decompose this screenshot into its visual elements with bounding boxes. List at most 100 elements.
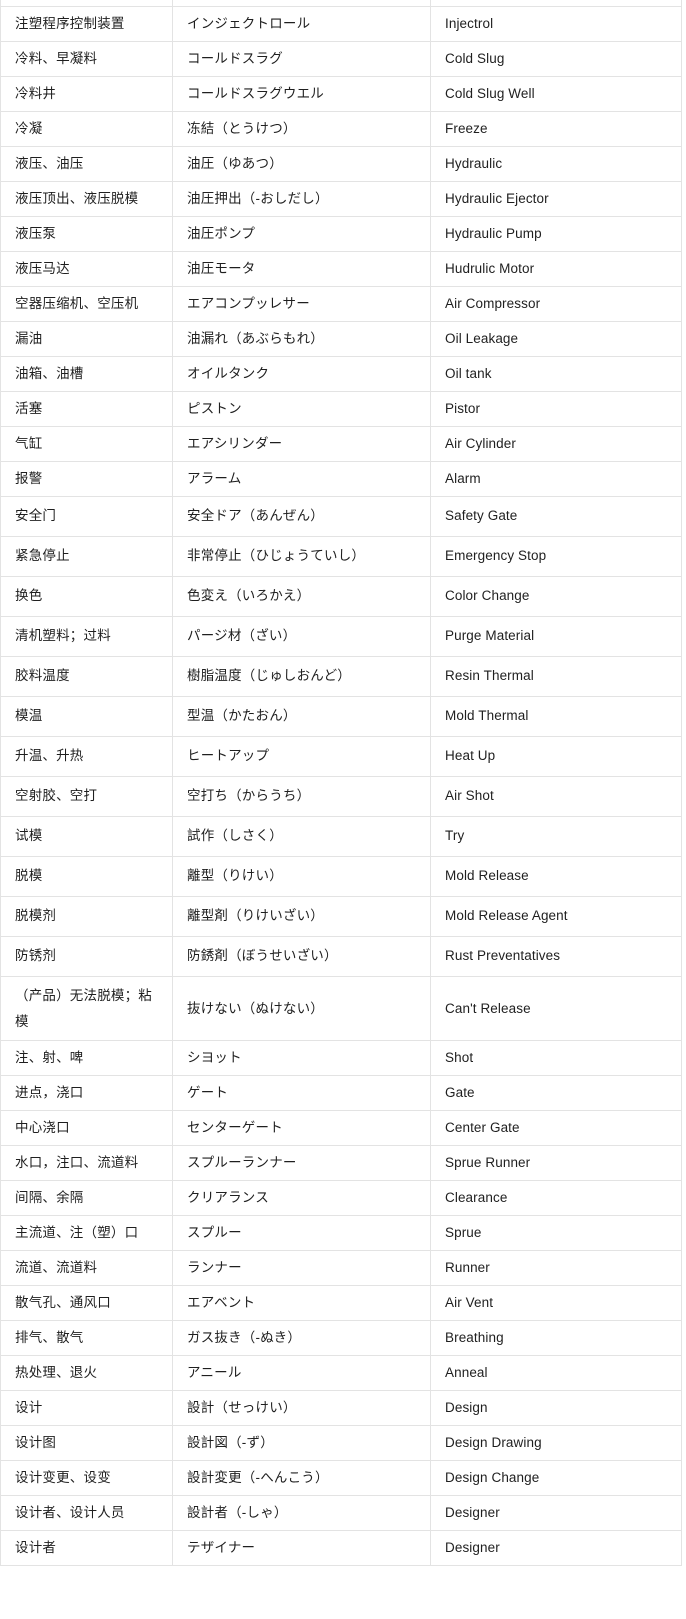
cell-japanese: 設計図（-ず） (172, 1425, 431, 1461)
table-row: 报警 アラーム Alarm (0, 461, 682, 497)
cell-english: Sprue (430, 1215, 682, 1251)
table-row: 注、射、啤 シヨット Shot (0, 1040, 682, 1076)
table-row: 排气、散气 ガス抜き（-ぬき） Breathing (0, 1320, 682, 1356)
cell-english: Air Vent (430, 1285, 682, 1321)
cell-chinese: 热处理、退火 (0, 1355, 173, 1391)
table-row: 主流道、注（塑）口 スプルー Sprue (0, 1215, 682, 1251)
cell-english: Anneal (430, 1355, 682, 1391)
table-row: 冷料、早凝料 コールドスラグ Cold Slug (0, 41, 682, 77)
cell-english: Heat Up (430, 736, 682, 777)
cell-chinese: 换色 (0, 576, 173, 617)
cell-english: Resin Thermal (430, 656, 682, 697)
table-row: 安全门 安全ドア（あんぜん） Safety Gate (0, 496, 682, 537)
cell-chinese: 流道、流道料 (0, 1250, 173, 1286)
table-row: 胶料温度 樹脂温度（じゅしおんど） Resin Thermal (0, 656, 682, 697)
cell-japanese: 非常停止（ひじょうていし） (172, 536, 431, 577)
cell-chinese: 空器压缩机、空压机 (0, 286, 173, 322)
table-row: 流道、流道料 ランナー Runner (0, 1250, 682, 1286)
table-row: 设计者、设计人员 設計者（-しゃ） Designer (0, 1495, 682, 1531)
cell-japanese: 油圧ポンプ (172, 216, 431, 252)
cell-chinese: 安全门 (0, 496, 173, 537)
cell-english: Runner (430, 1250, 682, 1286)
table-row: 脱模 離型（りけい） Mold Release (0, 856, 682, 897)
table-row: 气缸 エアシリンダー Air Cylinder (0, 426, 682, 462)
cell-chinese: 液压、油压 (0, 146, 173, 182)
table-row: 紧急停止 非常停止（ひじょうていし） Emergency Stop (0, 536, 682, 577)
cell-english: Hydraulic (430, 146, 682, 182)
cell-english: Mold Release Agent (430, 896, 682, 937)
table-row: 设计变更、设变 設計変更（-へんこう） Design Change (0, 1460, 682, 1496)
cell-english: Pistor (430, 391, 682, 427)
table-row: 清机塑料；过料 パージ材（ざい） Purge Material (0, 616, 682, 657)
cell-japanese: 設計者（-しゃ） (172, 1495, 431, 1531)
cell-japanese: コールドスラグウエル (172, 76, 431, 112)
cell-japanese: 離型（りけい） (172, 856, 431, 897)
cell-chinese: 设计者 (0, 1530, 173, 1566)
cell-chinese: 紧急停止 (0, 536, 173, 577)
cell-english: Hydraulic Pump (430, 216, 682, 252)
table-row: 液压顶出、液压脱模 油圧押出（-おしだし） Hydraulic Ejector (0, 181, 682, 217)
cell-japanese: 離型剤（りけいざい） (172, 896, 431, 937)
cell-english: Safety Gate (430, 496, 682, 537)
cell-chinese: 设计图 (0, 1425, 173, 1461)
glossary-document: 注塑工艺程序控制装置インジェクトバイザーInjectvisor注塑程序控制装置イ… (0, 0, 686, 1590)
cell-japanese: 試作（しさく） (172, 816, 431, 857)
table-row: 空器压缩机、空压机 エアコンプッレサー Air Compressor (0, 286, 682, 322)
cell-english: Rust Preventatives (430, 936, 682, 977)
cell-japanese: シヨット (172, 1040, 431, 1076)
cell-english: Center Gate (430, 1110, 682, 1146)
cell-english: Cold Slug (430, 41, 682, 77)
cell-japanese: ピストン (172, 391, 431, 427)
cell-chinese: 脱模剂 (0, 896, 173, 937)
glossary-table: 注塑工艺程序控制装置インジェクトバイザーInjectvisor注塑程序控制装置イ… (0, 0, 682, 1566)
table-row: 升温、升热 ヒートアップ Heat Up (0, 736, 682, 777)
table-row: 注塑程序控制装置 インジェクトロール Injectrol (0, 6, 682, 42)
cell-english: Design Drawing (430, 1425, 682, 1461)
cell-chinese: 清机塑料；过料 (0, 616, 173, 657)
cell-english: Sprue Runner (430, 1145, 682, 1181)
table-row: 冷凝 冻結（とうけつ） Freeze (0, 111, 682, 147)
cell-chinese: 设计 (0, 1390, 173, 1426)
table-row: 设计者 テザイナー Designer (0, 1530, 682, 1566)
table-row: 油箱、油槽 オイルタンク Oil tank (0, 356, 682, 392)
cell-chinese: 模温 (0, 696, 173, 737)
cell-japanese: センターゲート (172, 1110, 431, 1146)
table-row: 液压泵 油圧ポンプ Hydraulic Pump (0, 216, 682, 252)
cell-english: Design (430, 1390, 682, 1426)
cell-english: Try (430, 816, 682, 857)
cell-english: Emergency Stop (430, 536, 682, 577)
cell-english: Breathing (430, 1320, 682, 1356)
cell-chinese: 液压顶出、液压脱模 (0, 181, 173, 217)
cell-chinese: 水口，注口、流道料 (0, 1145, 173, 1181)
cell-english: Freeze (430, 111, 682, 147)
cell-chinese: 设计变更、设变 (0, 1460, 173, 1496)
cell-japanese: 抜けない（ぬけない） (172, 976, 431, 1041)
cell-japanese: 型温（かたおん） (172, 696, 431, 737)
cell-chinese: 脱模 (0, 856, 173, 897)
cell-chinese: 防锈剂 (0, 936, 173, 977)
table-row: 冷料井 コールドスラグウエル Cold Slug Well (0, 76, 682, 112)
cell-english: Gate (430, 1075, 682, 1111)
glossary-table-body: 注塑工艺程序控制装置インジェクトバイザーInjectvisor注塑程序控制装置イ… (0, 0, 682, 1566)
table-row: 防锈剂 防銹剤（ぼうせいざい） Rust Preventatives (0, 936, 682, 977)
table-row: 水口，注口、流道料 スプルーランナー Sprue Runner (0, 1145, 682, 1181)
cell-chinese: （产品）无法脱模；粘模 (0, 976, 173, 1041)
cell-english: Mold Thermal (430, 696, 682, 737)
cell-english: Air Cylinder (430, 426, 682, 462)
cell-japanese: コールドスラグ (172, 41, 431, 77)
cell-english: Designer (430, 1530, 682, 1566)
cell-chinese: 中心浇口 (0, 1110, 173, 1146)
cell-japanese: アニール (172, 1355, 431, 1391)
cell-japanese: ヒートアップ (172, 736, 431, 777)
cell-japanese: オイルタンク (172, 356, 431, 392)
table-row: 中心浇口 センターゲート Center Gate (0, 1110, 682, 1146)
table-row: 脱模剂 離型剤（りけいざい） Mold Release Agent (0, 896, 682, 937)
cell-english: Injectrol (430, 6, 682, 42)
table-row: 间隔、余隔 クリアランス Clearance (0, 1180, 682, 1216)
cell-english: Air Shot (430, 776, 682, 817)
cell-english: Color Change (430, 576, 682, 617)
cell-japanese: 冻結（とうけつ） (172, 111, 431, 147)
cell-chinese: 报警 (0, 461, 173, 497)
cell-chinese: 间隔、余隔 (0, 1180, 173, 1216)
cell-japanese: エアコンプッレサー (172, 286, 431, 322)
